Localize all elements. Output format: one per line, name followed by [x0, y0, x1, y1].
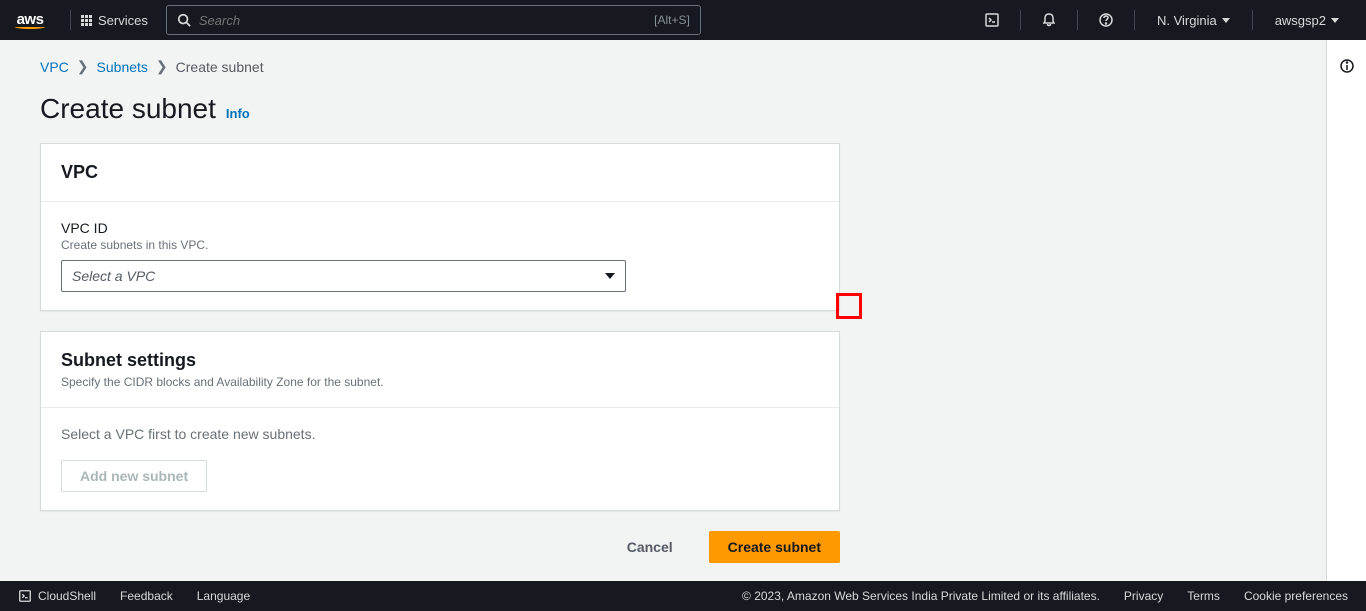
cloudshell-nav-icon[interactable] — [974, 0, 1010, 40]
search-shortcut: [Alt+S] — [654, 13, 690, 27]
vpc-panel-header: VPC — [41, 144, 839, 202]
subnet-panel-subtitle: Specify the CIDR blocks and Availability… — [61, 375, 819, 389]
main-content: VPC ❯ Subnets ❯ Create subnet Create sub… — [0, 40, 1366, 581]
breadcrumb-subnets[interactable]: Subnets — [97, 59, 148, 75]
vpc-panel: VPC VPC ID Create subnets in this VPC. S… — [40, 143, 840, 311]
vpc-id-label: VPC ID — [61, 220, 819, 236]
divider — [70, 10, 71, 30]
subnet-panel-body: Select a VPC first to create new subnets… — [41, 408, 839, 510]
divider — [1077, 10, 1078, 30]
footer: CloudShell Feedback Language © 2023, Ama… — [0, 581, 1366, 611]
info-link[interactable]: Info — [226, 106, 250, 121]
subnet-empty-message: Select a VPC first to create new subnets… — [61, 426, 819, 442]
vpc-id-hint: Create subnets in this VPC. — [61, 238, 819, 252]
divider — [1134, 10, 1135, 30]
language-button[interactable]: Language — [197, 589, 250, 603]
breadcrumb-vpc[interactable]: VPC — [40, 59, 69, 75]
vpc-select[interactable]: Select a VPC — [61, 260, 626, 292]
cancel-button[interactable]: Cancel — [609, 531, 691, 563]
vpc-panel-body: VPC ID Create subnets in this VPC. Selec… — [41, 202, 839, 310]
language-label: Language — [197, 589, 250, 603]
add-subnet-button: Add new subnet — [61, 460, 207, 492]
region-selector[interactable]: N. Virginia — [1145, 13, 1242, 28]
region-label: N. Virginia — [1157, 13, 1217, 28]
subnet-settings-panel: Subnet settings Specify the CIDR blocks … — [40, 331, 840, 511]
top-navigation: aws Services [Alt+S] N. Virginia — [0, 0, 1366, 40]
search-icon — [177, 13, 191, 27]
notifications-icon[interactable] — [1031, 0, 1067, 40]
divider — [1020, 10, 1021, 30]
search-container[interactable]: [Alt+S] — [166, 5, 701, 35]
caret-down-icon — [1331, 18, 1339, 23]
copyright-text: © 2023, Amazon Web Services India Privat… — [742, 589, 1100, 603]
account-label: awsgsp2 — [1275, 13, 1326, 28]
aws-logo[interactable]: aws — [15, 11, 45, 29]
cookie-prefs-link[interactable]: Cookie preferences — [1244, 589, 1348, 603]
terms-link[interactable]: Terms — [1187, 589, 1220, 603]
chevron-right-icon: ❯ — [156, 58, 168, 75]
search-input[interactable] — [199, 13, 654, 28]
grid-icon — [81, 15, 92, 26]
create-subnet-button[interactable]: Create subnet — [709, 531, 840, 563]
caret-down-icon — [1222, 18, 1230, 23]
help-icon[interactable] — [1088, 0, 1124, 40]
highlight-marker — [836, 293, 862, 319]
breadcrumb-current: Create subnet — [176, 59, 264, 75]
action-row: Cancel Create subnet — [40, 531, 840, 563]
subnet-panel-header: Subnet settings Specify the CIDR blocks … — [41, 332, 839, 408]
caret-down-icon — [605, 273, 615, 279]
services-menu-button[interactable]: Services — [81, 13, 148, 28]
feedback-button[interactable]: Feedback — [120, 589, 173, 603]
right-toolbar — [1326, 40, 1366, 581]
services-label: Services — [98, 13, 148, 28]
info-panel-icon[interactable] — [1339, 58, 1355, 74]
account-selector[interactable]: awsgsp2 — [1263, 13, 1351, 28]
vpc-select-placeholder: Select a VPC — [72, 268, 155, 284]
page-title-row: Create subnet Info — [40, 93, 1326, 125]
feedback-label: Feedback — [120, 589, 173, 603]
cloudshell-footer-button[interactable]: CloudShell — [18, 589, 96, 603]
breadcrumb: VPC ❯ Subnets ❯ Create subnet — [40, 58, 1326, 75]
divider — [1252, 10, 1253, 30]
subnet-panel-title: Subnet settings — [61, 350, 819, 371]
privacy-link[interactable]: Privacy — [1124, 589, 1163, 603]
chevron-right-icon: ❯ — [77, 58, 89, 75]
cloudshell-label: CloudShell — [38, 589, 96, 603]
vpc-panel-title: VPC — [61, 162, 819, 183]
page-title: Create subnet — [40, 93, 216, 125]
